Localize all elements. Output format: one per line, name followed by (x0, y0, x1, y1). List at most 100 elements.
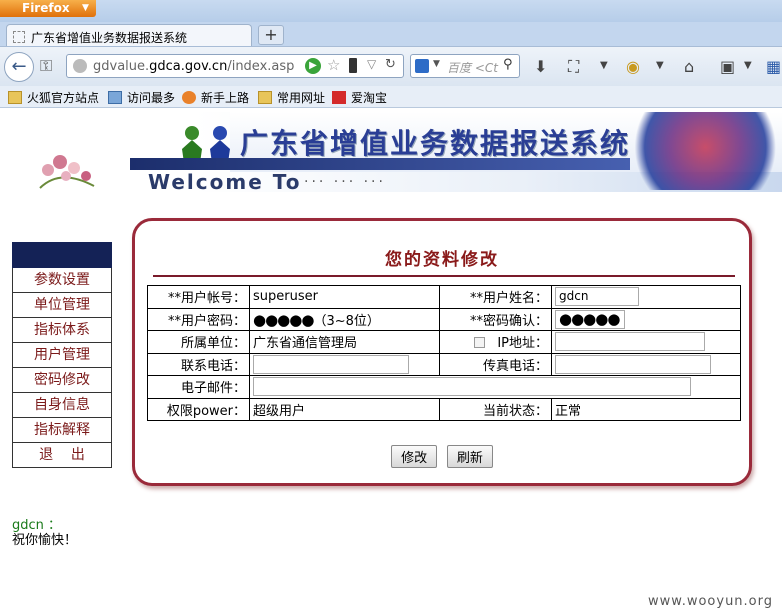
status-value: 正常 (551, 397, 741, 421)
confirm-password-field[interactable]: ●●●●● (555, 309, 625, 329)
bookmark-label: 火狐官方站点 (27, 91, 100, 105)
status-label: 当前状态： (439, 397, 552, 421)
name-field[interactable]: gdcn (555, 287, 639, 307)
navigation-toolbar: ← ⚿ gdvalue.gdca.gov.cn/index.asp ▶ ☆ ▽ … (0, 46, 782, 86)
folder-icon (8, 91, 22, 104)
greeting-text: 祝你愉快！ (12, 533, 78, 548)
chevron-down-icon[interactable]: ▼ (433, 59, 440, 69)
menu-item-password[interactable]: 密码修改 (12, 368, 112, 393)
menu-item-explain[interactable]: 指标解释 (12, 418, 112, 443)
table-row: **用户帐号： superuser **用户姓名： gdcn (147, 285, 741, 309)
reload-icon[interactable]: ↻ (385, 57, 396, 72)
refresh-button[interactable]: 刷新 (446, 445, 493, 468)
bookmark-item[interactable]: 访问最多 (108, 89, 175, 106)
back-button[interactable]: ← (4, 52, 34, 82)
url-path: /index.asp (227, 59, 295, 74)
menu-item-params[interactable]: 参数设置 (12, 268, 112, 293)
fax-label: 传真电话： (439, 352, 552, 376)
side-menu: 参数设置 单位管理 指标体系 用户管理 密码修改 自身信息 指标解释 退 出 (12, 242, 112, 468)
bookmark-star-icon[interactable]: ☆ (327, 56, 340, 74)
menu-item-units[interactable]: 单位管理 (12, 293, 112, 318)
menu-item-logout[interactable]: 退 出 (12, 443, 112, 468)
confirm-cell: ●●●●● (551, 307, 741, 331)
title-divider (153, 275, 735, 277)
password-field[interactable]: ●●●●● (253, 311, 314, 329)
table-row: 权限power： 超级用户 当前状态： 正常 (147, 397, 741, 421)
taobao-icon (332, 91, 346, 104)
bookmark-item[interactable]: 常用网址 (258, 89, 325, 106)
password-hint: （3~8位） (313, 313, 380, 329)
apps-icon[interactable]: ▦ (766, 57, 781, 76)
ip-label: IP地址： (497, 336, 548, 352)
dropdown-icon[interactable]: ▽ (367, 57, 376, 71)
ip-cell (551, 330, 741, 354)
page-content: 广东省增值业务数据报送系统 Welcome To ··· ··· ··· 参数设… (0, 108, 782, 612)
tab-title: 广东省增值业务数据报送系统 (31, 31, 188, 45)
key-icon[interactable]: ⚿ (40, 56, 52, 76)
url-prefix: gdvalue. (93, 59, 150, 74)
download-icon[interactable]: ⬇ (534, 57, 547, 76)
chevron-down-icon[interactable]: ▼ (600, 60, 608, 71)
tab-bar: 广东省增值业务数据报送系统 + (0, 22, 782, 48)
search-input[interactable]: 百度 <Ct (447, 59, 498, 76)
search-bar[interactable]: ▼ 百度 <Ct ⚲ (410, 54, 520, 78)
menu-item-users[interactable]: 用户管理 (12, 343, 112, 368)
ip-field[interactable] (555, 332, 705, 352)
window-titlebar: Firefox ▼ (0, 0, 782, 22)
chevron-down-icon[interactable]: ▼ (656, 60, 664, 71)
person-icon (210, 126, 230, 170)
url-text[interactable]: gdvalue.gdca.gov.cn/index.asp (93, 59, 294, 74)
search-icon[interactable]: ⚲ (503, 57, 513, 72)
bookmark-item[interactable]: 爱淘宝 (332, 89, 387, 106)
power-value: 超级用户 (249, 397, 440, 421)
screenshot-icon[interactable]: ⛶ (568, 57, 579, 77)
phone-cell (249, 352, 440, 376)
bookmark-label: 访问最多 (127, 91, 176, 105)
account-label: **用户帐号： (147, 285, 250, 309)
menu-item-indicators[interactable]: 指标体系 (12, 318, 112, 343)
firefox-button-label: Firefox (22, 1, 70, 15)
url-bar[interactable]: gdvalue.gdca.gov.cn/index.asp ▶ ☆ ▽ ↻ (66, 54, 404, 78)
ip-checkbox[interactable] (474, 337, 486, 349)
menu-header (12, 242, 112, 268)
page-icon (13, 31, 25, 43)
site-identity-icon[interactable] (73, 59, 87, 73)
banner-dots: ··· ··· ··· (304, 174, 386, 190)
table-row: 所属单位： 广东省通信管理局 IP地址： (147, 330, 741, 354)
password-label: **用户密码： (147, 307, 250, 331)
table-row: 联系电话： 传真电话： (147, 352, 741, 376)
fax-field[interactable] (555, 354, 711, 374)
table-row: 电子邮件： (147, 375, 741, 399)
banner-title: 广东省增值业务数据报送系统 (240, 127, 631, 160)
go-icon[interactable]: ▶ (305, 58, 321, 74)
table-row: **用户密码： ●●●●●（3~8位） **密码确认： ●●●●● (147, 307, 741, 331)
site-banner: 广东省增值业务数据报送系统 Welcome To ··· ··· ··· (130, 112, 782, 194)
phone-field[interactable] (253, 354, 409, 374)
power-label: 权限power： (147, 397, 250, 421)
firefox-menu-button[interactable]: Firefox ▼ (0, 0, 96, 17)
new-tab-button[interactable]: + (258, 25, 284, 45)
menu-item-profile[interactable]: 自身信息 (12, 393, 112, 418)
bookmark-item[interactable]: 火狐官方站点 (8, 89, 99, 106)
name-cell: gdcn (551, 285, 741, 309)
chevron-down-icon[interactable]: ▼ (744, 60, 752, 71)
tab-active[interactable]: 广东省增值业务数据报送系统 (6, 24, 252, 48)
password-cell: ●●●●●（3~8位） (249, 307, 440, 331)
home-icon[interactable]: ⌂ (684, 57, 694, 76)
search-engine-icon[interactable] (415, 59, 429, 73)
mobile-icon[interactable] (349, 58, 357, 73)
email-field[interactable] (253, 377, 691, 397)
phone-label: 联系电话： (147, 352, 250, 376)
form-title: 您的资料修改 (385, 250, 499, 270)
addon-icon[interactable]: ◉ (626, 57, 640, 76)
globe-image (614, 112, 780, 190)
fax-cell (551, 352, 741, 376)
bookmark-label: 爱淘宝 (351, 91, 388, 105)
bookmarks-menu-icon[interactable]: ▣ (720, 57, 735, 76)
account-value: superuser (249, 285, 440, 309)
ip-label-cell: IP地址： (439, 330, 552, 354)
bookmark-label: 常用网址 (277, 91, 326, 105)
modify-button[interactable]: 修改 (391, 445, 438, 468)
bookmark-item[interactable]: 新手上路 (182, 89, 249, 106)
unit-label: 所属单位： (147, 330, 250, 354)
